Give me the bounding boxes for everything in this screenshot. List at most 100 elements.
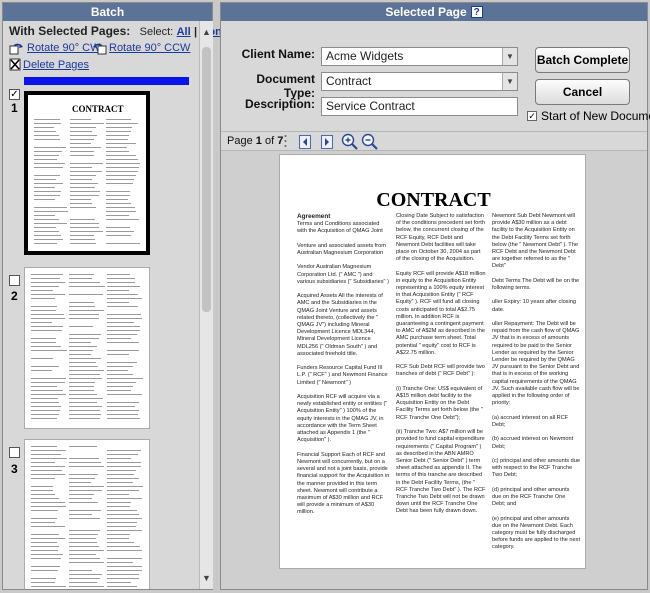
thumbnail-text-line: [106, 191, 130, 192]
thumbnail-text-line: [34, 151, 62, 152]
delete-pages-button[interactable]: Delete Pages: [9, 58, 89, 71]
rotate-cw-label: Rotate 90° CW: [27, 42, 101, 54]
thumbnail-text-line: [34, 175, 61, 176]
thumbnail-text-line: [31, 294, 66, 295]
thumbnail-text-line: [107, 314, 142, 315]
thumbnail-title: CONTRACT: [72, 104, 124, 114]
select-all-link[interactable]: All: [177, 26, 191, 38]
scroll-down-icon[interactable]: ▼: [202, 573, 211, 583]
app-frame: Batch With Selected Pages: Select: All |…: [0, 0, 650, 593]
description-input[interactable]: Service Contract: [321, 97, 518, 116]
thumbnail-text-line: [69, 574, 102, 575]
thumbnail-text-line: [107, 522, 137, 523]
page-checkbox[interactable]: [9, 447, 20, 458]
thumbnail-text-line: [31, 570, 59, 571]
thumbnail-text-line: [69, 410, 100, 411]
thumbnail-text-line: [31, 382, 66, 383]
thumbnail-text-line: [31, 554, 63, 555]
thumbnail-text-line: [31, 310, 56, 311]
thumbnail-text-line: [69, 378, 102, 379]
with-selected-pages: With Selected Pages: Select: All | None: [9, 24, 228, 38]
thumbnail-text-line: [106, 211, 136, 212]
select-separator: |: [194, 26, 198, 38]
batch-complete-button[interactable]: Batch Complete: [535, 47, 630, 73]
scrollbar-thumb[interactable]: [202, 47, 211, 312]
thumbnail-text-line: [34, 191, 62, 192]
thumbnail-text-line: [70, 199, 91, 200]
thumbnail-text-line: [31, 526, 65, 527]
thumbnail-text-line: [31, 386, 58, 387]
thumbnail-text-line: [69, 394, 98, 395]
page-thumbnail[interactable]: CONTRACT: [24, 91, 150, 255]
thumbnail-text-line: [69, 542, 97, 543]
thumbnail-text-line: [31, 322, 53, 323]
thumbnail-text-line: [31, 446, 57, 447]
thumbnail-text-line: [31, 450, 67, 451]
delete-pages-label: Delete Pages: [23, 58, 90, 71]
thumbnail-text-line: [107, 418, 141, 419]
thumbnail-text-line: [31, 566, 61, 567]
start-new-document-checkbox[interactable]: ✓: [527, 111, 537, 121]
thumbnail-text-line: [107, 482, 134, 483]
thumbnail-text-line: [69, 294, 103, 295]
thumbnail-text-line: [69, 414, 101, 415]
thumbnail-text-line: [70, 119, 92, 120]
thumbnail-text-line: [107, 326, 140, 327]
thumbnail-text-line: [31, 350, 67, 351]
thumbnail-text-line: [107, 406, 136, 407]
thumbnail-text-line: [70, 235, 94, 236]
thumbnail-text-line: [69, 318, 100, 319]
thumbnail-text-line: [69, 478, 96, 479]
thumbnail-text-line: [69, 486, 104, 487]
page-checkbox[interactable]: [9, 275, 20, 286]
thumbnail-text-line: [31, 314, 64, 315]
thumbnail-text-line: [107, 538, 130, 539]
chevron-down-icon[interactable]: ▼: [502, 73, 517, 90]
description-value: Service Contract: [326, 99, 415, 113]
thumbnail-text-line: [69, 398, 104, 399]
thumbnail-text-line: [34, 231, 60, 232]
page-checkbox[interactable]: ✓: [9, 89, 20, 100]
rotate-ccw-button[interactable]: Rotate 90° CCW: [91, 41, 190, 55]
thumbnail-text-line: [69, 490, 102, 491]
client-name-select[interactable]: Acme Widgets ▼: [321, 47, 518, 66]
thumbnail-scrollbar[interactable]: ▲ ▼: [199, 21, 213, 589]
thumbnail-text-line: [31, 486, 53, 487]
cancel-button[interactable]: Cancel: [535, 79, 630, 105]
thumbnail-text-line: [107, 510, 138, 511]
thumbnail-text-line: [107, 466, 141, 467]
thumbnail-text-line: [107, 302, 130, 303]
thumbnail-text-line: [31, 550, 59, 551]
thumbnail-text-line: [31, 498, 60, 499]
thumbnail-text-line: [106, 163, 140, 164]
thumbnail-text-line: [70, 187, 95, 188]
thumbnail-text-line: [34, 127, 55, 128]
thumbnail-text-line: [106, 199, 128, 200]
scroll-up-icon[interactable]: ▲: [202, 27, 211, 37]
thumbnail-text-line: [69, 562, 104, 563]
rotate-cw-button[interactable]: Rotate 90° CW: [9, 41, 100, 55]
thumbnail-text-line: [69, 498, 92, 499]
thumbnail-text-line: [31, 338, 57, 339]
thumbnail-text-line: [107, 382, 137, 383]
chevron-down-icon[interactable]: ▼: [502, 48, 517, 65]
thumbnail-text-line: [70, 179, 93, 180]
help-icon[interactable]: ?: [470, 6, 483, 18]
thumbnail-text-line: [107, 582, 131, 583]
start-new-document-toggle[interactable]: ✓ Start of New Document: [527, 109, 650, 123]
thumbnail-text-line: [31, 586, 66, 587]
thumbnail-text-line: [31, 534, 59, 535]
document-viewer[interactable]: CONTRACT Agreement Terms and Conditions …: [221, 151, 647, 589]
document-type-select[interactable]: Contract ▼: [321, 72, 518, 91]
page-thumbnail[interactable]: [24, 267, 150, 429]
thumbnail-text-line: [107, 530, 142, 531]
thumbnail-text-line: [106, 123, 138, 124]
thumbnail-text-line: [69, 354, 91, 355]
thumbnail-text-line: [106, 171, 138, 172]
thumbnail-text-line: [107, 490, 139, 491]
thumbnail-text-line: [34, 243, 57, 244]
thumbnail-text-line: [31, 490, 53, 491]
thumbnail-text-line: [34, 159, 58, 160]
page-thumbnail[interactable]: [24, 439, 150, 589]
thumbnail-text-line: [69, 382, 95, 383]
